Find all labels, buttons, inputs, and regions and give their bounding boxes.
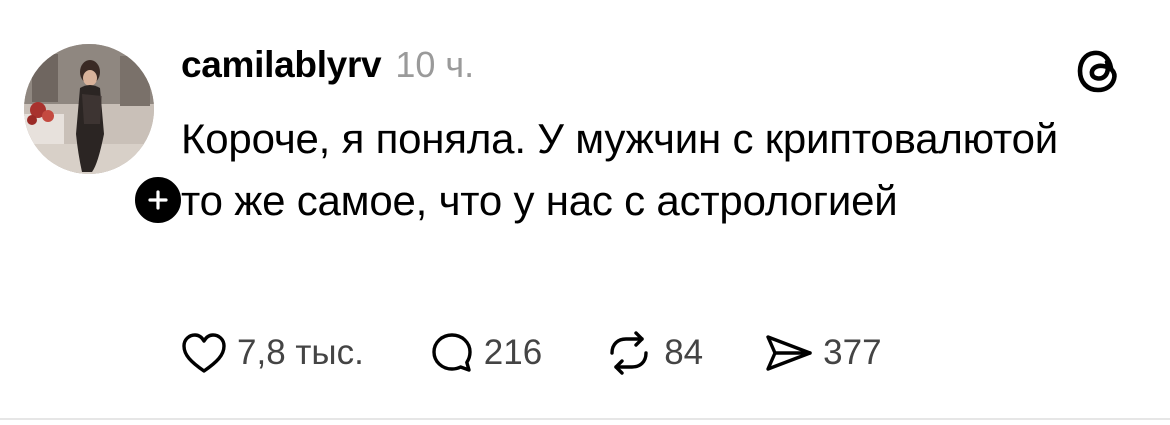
like-count: 7,8 тыс. <box>237 333 364 372</box>
send-icon <box>766 335 812 371</box>
reply-button[interactable]: 216 <box>430 330 542 376</box>
username[interactable]: camilablyrv <box>181 44 382 86</box>
reply-count: 216 <box>483 333 543 372</box>
action-bar: 7,8 тыс. 216 84 377 <box>181 330 882 376</box>
post-header: camilablyrv 10 ч. <box>181 44 474 92</box>
avatar-container <box>24 44 186 228</box>
avatar[interactable] <box>24 44 154 174</box>
plus-icon <box>148 190 168 210</box>
timestamp: 10 ч. <box>395 44 475 85</box>
threads-logo-icon <box>1074 44 1124 98</box>
comment-icon <box>432 333 472 372</box>
avatar-photo <box>24 44 154 174</box>
share-button[interactable]: 377 <box>765 330 882 376</box>
thread-post: camilablyrv 10 ч. Короче, я поняла. У му… <box>0 0 1170 425</box>
repost-button[interactable]: 84 <box>604 330 703 376</box>
like-button[interactable]: 7,8 тыс. <box>181 330 364 376</box>
repost-icon <box>610 331 648 375</box>
post-body: Короче, я поняла. У мужчин с криптовалют… <box>181 115 1059 224</box>
follow-button[interactable] <box>130 172 186 228</box>
heart-icon <box>182 333 226 373</box>
divider <box>0 418 1170 420</box>
share-count: 377 <box>823 333 882 372</box>
repost-count: 84 <box>664 333 704 372</box>
